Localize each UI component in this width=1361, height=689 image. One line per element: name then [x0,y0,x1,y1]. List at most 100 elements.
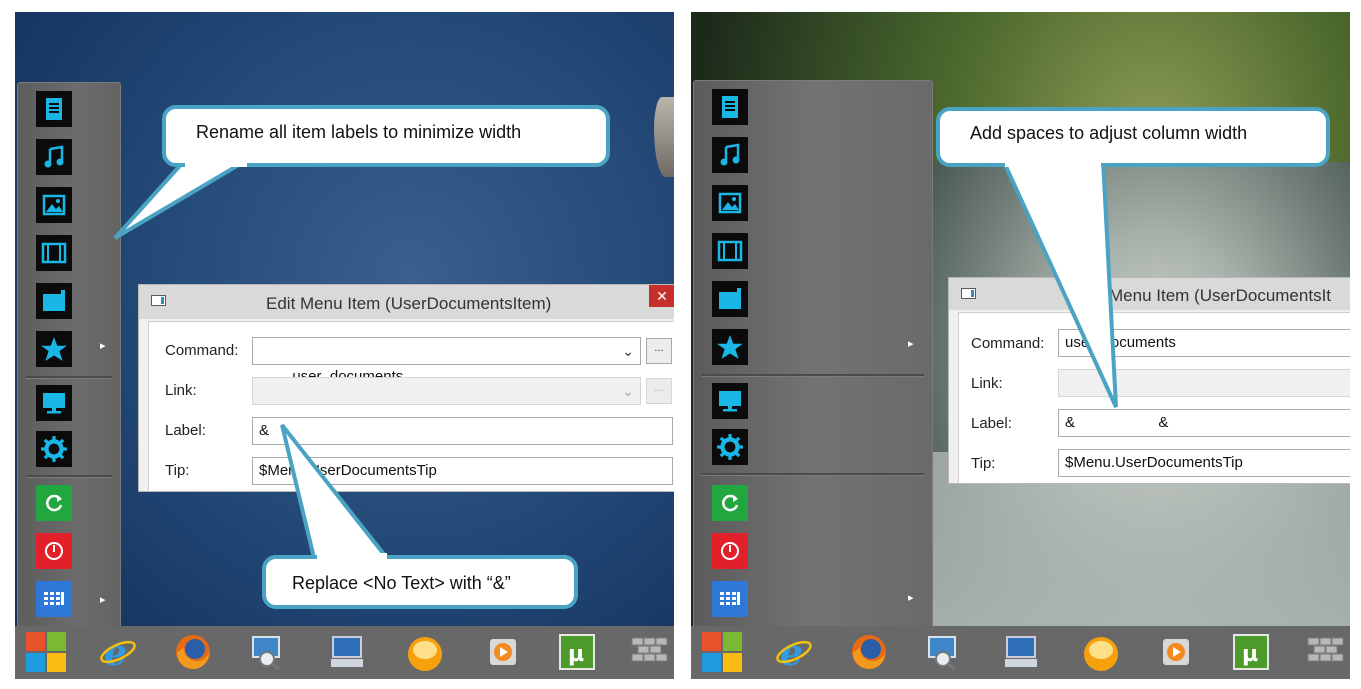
settings-icon [36,431,72,467]
pictures-menu-item[interactable] [36,187,72,223]
link-combobox: ⌄ [252,377,641,405]
command-combobox[interactable]: user_documents ⌄ [252,337,641,385]
label-input[interactable]: & [252,417,673,445]
callout-tail-join [1005,157,1101,167]
wall-icon[interactable] [629,631,671,673]
pictures-menu-item[interactable] [712,185,748,221]
remote-desktop-icon[interactable] [1001,631,1043,673]
command-label: Command: [971,335,1045,352]
user-files-menu-item[interactable] [36,283,72,319]
wall-icon[interactable] [1305,631,1347,673]
edit-menu-item-dialog: Edit Menu Item (UserDocumentsItem) ✕ Com… [138,284,674,492]
utorrent-icon[interactable]: µ [1230,631,1272,673]
dialog-titlebar[interactable]: Menu Item (UserDocumentsIt [949,278,1350,310]
restart-menu-item[interactable] [36,485,72,521]
command-browse-button[interactable]: ... [646,338,672,364]
apps-submenu-arrow[interactable]: ▸ [100,593,106,606]
dialog-title: Edit Menu Item (UserDocumentsItem) [266,294,552,313]
user-files-menu-item[interactable] [712,281,748,317]
svg-text:e: e [780,632,803,672]
chevron-down-icon: ⌄ [622,383,634,399]
command-combobox[interactable]: user_documents [1058,329,1350,357]
search-explorer-icon[interactable] [923,631,965,673]
windows-logo-icon[interactable] [701,631,743,673]
user-files-icon [36,283,72,319]
music-icon [712,137,748,173]
label-input[interactable]: & & [1058,409,1350,437]
dialog-titlebar[interactable]: Edit Menu Item (UserDocumentsItem) ✕ [139,285,674,319]
svg-text:µ: µ [568,642,584,667]
internet-explorer-icon[interactable]: e [773,631,815,673]
dialog-body: Command: user_documents ⌄ ... Link: ⌄ ..… [148,321,674,491]
pictures-icon [36,187,72,223]
windows-logo-icon[interactable] [25,631,67,673]
documents-icon [712,89,748,125]
music-menu-item[interactable] [36,139,72,175]
settings-menu-item[interactable] [36,431,72,467]
firefox-icon[interactable] [848,631,890,673]
media-player-classic-icon[interactable] [404,631,446,673]
search-explorer-icon[interactable] [247,631,289,673]
power-menu-item[interactable] [36,533,72,569]
computer-icon [712,383,748,419]
power-icon [36,533,72,569]
rock-coast [654,97,674,177]
favorites-submenu-arrow[interactable]: ▸ [908,337,914,350]
apps-menu-item[interactable] [36,581,72,617]
documents-menu-item[interactable] [36,91,72,127]
svg-text:µ: µ [1242,642,1258,667]
videos-icon [712,233,748,269]
videos-menu-item[interactable] [712,233,748,269]
menu-separator [702,473,924,476]
chevron-down-icon[interactable]: ⌄ [622,338,634,364]
power-icon [712,533,748,569]
internet-explorer-icon[interactable]: e [97,631,139,673]
favorites-menu-item[interactable] [36,331,72,367]
right-screenshot-panel: ▸ ▸ Menu Item (UserDocumentsIt Command: … [691,12,1350,679]
music-menu-item[interactable] [712,137,748,173]
dialog-body: Command: user_documents Link: Label: & &… [958,312,1350,483]
documents-menu-item[interactable] [712,89,748,125]
computer-menu-item[interactable] [712,383,748,419]
videos-icon [36,235,72,271]
music-icon [36,139,72,175]
media-icon[interactable] [1155,631,1197,673]
media-icon[interactable] [482,631,524,673]
dialog-app-icon [151,295,166,306]
left-screenshot-panel: ▸ ▸ Edit Menu Item (UserDocumentsItem) ✕… [15,12,674,679]
media-player-classic-icon[interactable] [1080,631,1122,673]
link-label: Link: [971,375,1003,392]
power-menu-item[interactable] [712,533,748,569]
svg-text:e: e [104,632,127,672]
tip-input[interactable]: $Menu.UserDocumentsTip [252,457,673,485]
link-label: Link: [165,382,197,399]
link-combobox [1058,369,1350,397]
callout-text: Add spaces to adjust column width [970,123,1248,143]
settings-icon [712,429,748,465]
videos-menu-item[interactable] [36,235,72,271]
edit-menu-item-dialog: Menu Item (UserDocumentsIt Command: user… [948,277,1350,484]
apps-submenu-arrow[interactable]: ▸ [908,591,914,604]
settings-menu-item[interactable] [712,429,748,465]
remote-desktop-icon[interactable] [327,631,369,673]
link-browse-button: ... [646,378,672,404]
favorites-submenu-arrow[interactable]: ▸ [100,339,106,352]
computer-menu-item[interactable] [36,385,72,421]
restart-icon [712,485,748,521]
tip-label: Tip: [971,455,996,472]
label-label: Label: [971,415,1012,432]
restart-menu-item[interactable] [712,485,748,521]
menu-separator [702,374,924,377]
callout-text: Replace <No Text> with “&” [292,573,511,593]
close-button[interactable]: ✕ [649,285,674,307]
callout-replace-no-text: Replace <No Text> with “&” [262,555,578,609]
utorrent-icon[interactable]: µ [556,631,598,673]
apps-menu-item[interactable] [712,581,748,617]
dialog-title: Menu Item (UserDocumentsIt [1109,286,1332,305]
tip-input[interactable]: $Menu.UserDocumentsTip [1058,449,1350,477]
tip-label: Tip: [165,462,190,479]
taskbar: e µ [15,626,674,679]
apps-icon [712,581,748,617]
firefox-icon[interactable] [172,631,214,673]
favorites-menu-item[interactable] [712,329,748,365]
